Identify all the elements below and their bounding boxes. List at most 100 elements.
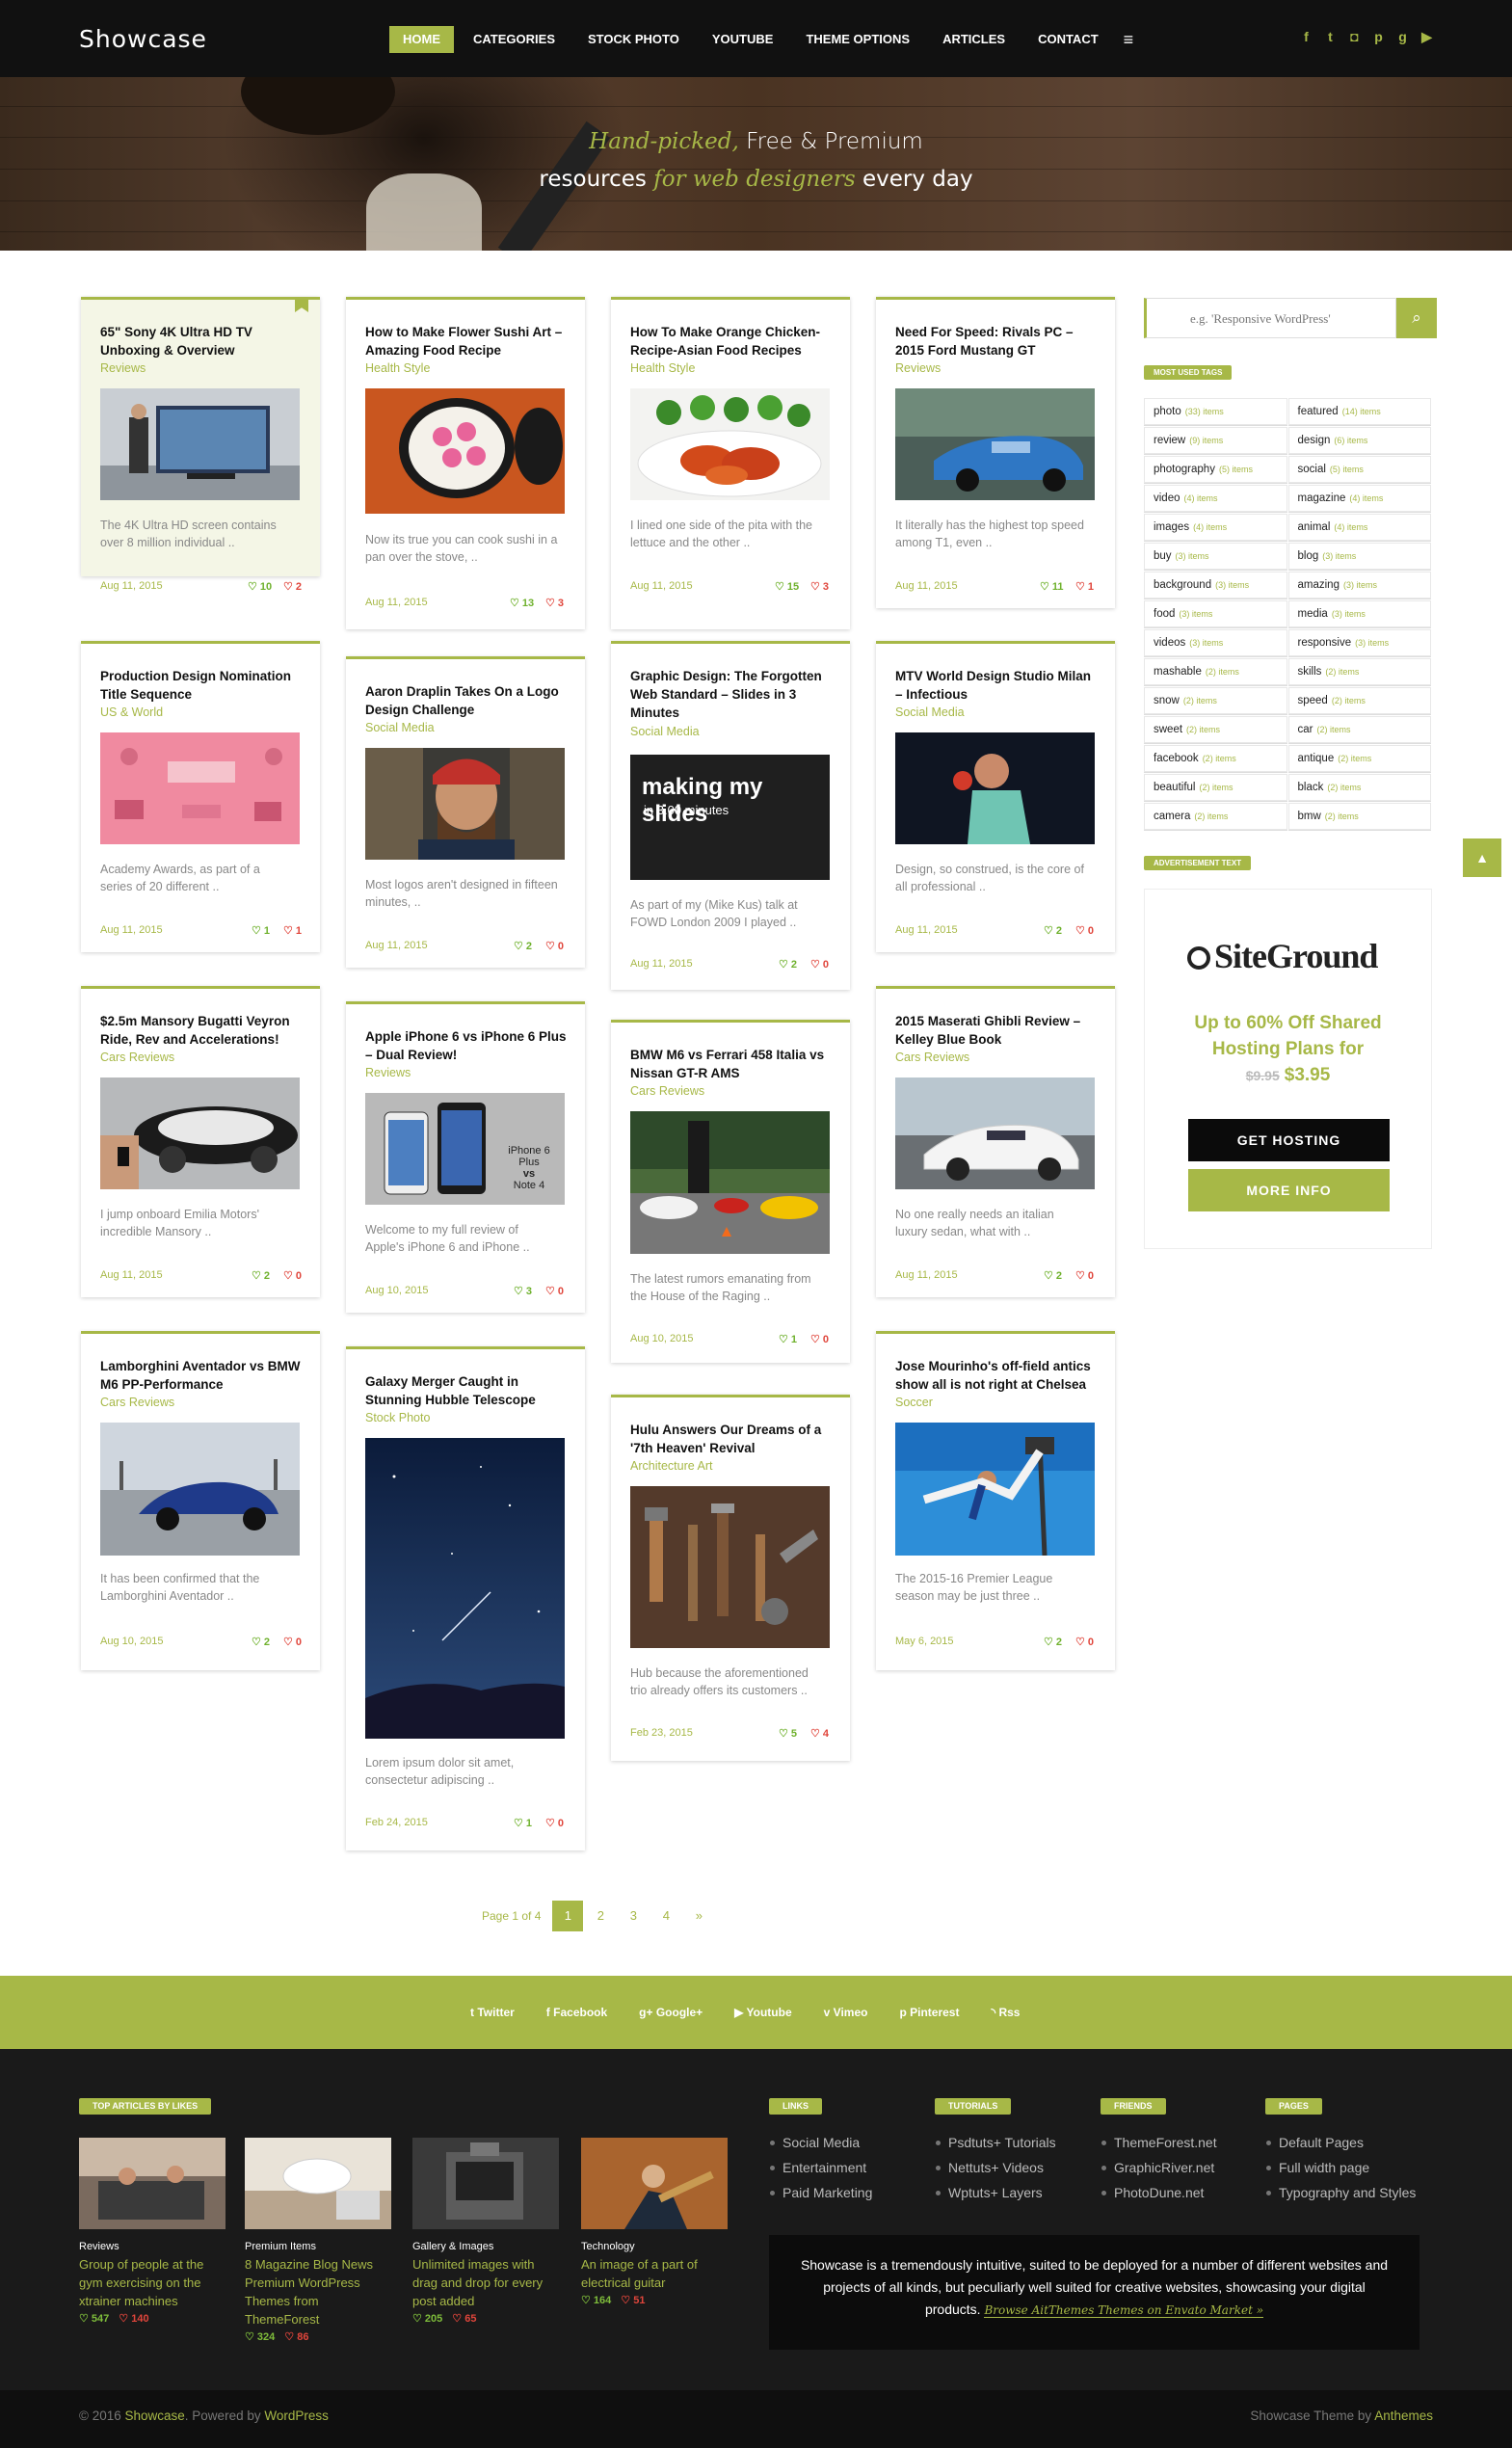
dislike-count[interactable]: ♡ 0 [545,1817,564,1829]
pinterest-link[interactable]: p Pinterest [899,2006,959,2019]
like-count[interactable]: ♡ 2 [1044,1636,1062,1648]
anthemes-link[interactable]: Anthemes [1374,2408,1433,2423]
post-category[interactable]: Cars Reviews [895,1051,969,1064]
tag-item[interactable]: sweet (2) items [1144,716,1287,743]
search-button[interactable]: ⌕ [1396,298,1437,338]
tag-item[interactable]: skills (2) items [1287,658,1431,685]
pinterest-icon[interactable]: p [1372,29,1385,45]
page-1-button[interactable]: 1 [552,1901,584,1931]
post-category[interactable]: Cars Reviews [630,1084,704,1098]
top-article-thumbnail[interactable] [412,2138,559,2229]
post-title[interactable]: Aaron Draplin Takes On a Logo Design Cha… [365,682,568,719]
bookmark-icon[interactable] [295,297,308,312]
youtube-link[interactable]: ▶ Youtube [734,2006,791,2019]
top-article-title[interactable]: An image of a part of electrical guitar [581,2255,728,2292]
post-thumbnail[interactable] [365,1438,565,1739]
post-category[interactable]: Social Media [365,721,435,734]
like-count[interactable]: ♡ 2 [514,940,532,952]
tag-item[interactable]: animal (4) items [1287,514,1431,541]
tag-item[interactable]: social (5) items [1287,456,1431,483]
top-article-title[interactable]: Group of people at the gym exercising on… [79,2255,225,2310]
post-title[interactable]: How To Make Orange Chicken-Recipe-Asian … [630,323,833,359]
post-title[interactable]: Need For Speed: Rivals PC – 2015 Ford Mu… [895,323,1098,359]
top-article[interactable]: Technology An image of a part of electri… [581,2138,728,2306]
post-category[interactable]: Health Style [365,361,430,375]
like-count[interactable]: ♡ 1 [514,1817,532,1829]
post-card[interactable]: 2015 Maserati Ghibli Review – Kelley Blu… [876,986,1115,1297]
page-3-button[interactable]: 3 [618,1901,649,1931]
like-count[interactable]: ♡ 10 [248,580,272,593]
tag-item[interactable]: featured (14) items [1287,398,1431,425]
nav-home[interactable]: HOME [389,26,454,53]
post-thumbnail[interactable] [895,732,1095,844]
tag-item[interactable]: magazine (4) items [1287,485,1431,512]
post-thumbnail[interactable] [895,1078,1095,1189]
dislike-count[interactable]: ♡ 1 [1075,580,1094,593]
post-thumbnail[interactable] [365,388,565,514]
post-category[interactable]: Reviews [895,361,941,375]
post-category[interactable]: Health Style [630,361,695,375]
tag-item[interactable]: antique (2) items [1287,745,1431,772]
hamburger-menu-icon[interactable]: ≡ [1118,26,1140,53]
nav-categories[interactable]: CATEGORIES [460,26,569,53]
post-title[interactable]: How to Make Flower Sushi Art – Amazing F… [365,323,568,359]
siteground-logo[interactable]: SiteGround [1187,936,1378,976]
footer-link[interactable]: Wptuts+ Layers [936,2180,1056,2205]
post-title[interactable]: Hulu Answers Our Dreams of a '7th Heaven… [630,1421,833,1457]
tag-item[interactable]: design (6) items [1287,427,1431,454]
post-card[interactable]: Apple iPhone 6 vs iPhone 6 Plus – Dual R… [346,1001,585,1313]
dislike-count[interactable]: ♡ 0 [283,1636,302,1648]
post-title[interactable]: Apple iPhone 6 vs iPhone 6 Plus – Dual R… [365,1027,568,1064]
post-card[interactable]: Production Design Nomination Title Seque… [81,641,320,952]
tag-item[interactable]: buy (3) items [1144,543,1287,570]
nav-articles[interactable]: ARTICLES [929,26,1019,53]
post-category[interactable]: Cars Reviews [100,1051,174,1064]
nav-theme-options[interactable]: THEME OPTIONS [792,26,923,53]
post-card[interactable]: Hulu Answers Our Dreams of a '7th Heaven… [611,1395,850,1761]
instagram-icon[interactable]: ◘ [1348,29,1361,45]
post-title[interactable]: 2015 Maserati Ghibli Review – Kelley Blu… [895,1012,1098,1049]
page-2-button[interactable]: 2 [585,1901,616,1931]
tag-item[interactable]: mashable (2) items [1144,658,1287,685]
dislike-count[interactable]: ♡ 0 [283,1269,302,1282]
vimeo-link[interactable]: v Vimeo [824,2006,868,2019]
facebook-icon[interactable]: f [1300,29,1313,45]
footer-link[interactable]: Default Pages [1266,2130,1416,2155]
tag-item[interactable]: camera (2) items [1144,803,1287,830]
tag-item[interactable]: background (3) items [1144,572,1287,599]
tag-item[interactable]: facebook (2) items [1144,745,1287,772]
get-hosting-button[interactable]: GET HOSTING [1188,1119,1390,1161]
post-card[interactable]: How To Make Orange Chicken-Recipe-Asian … [611,297,850,629]
copyright-site-link[interactable]: Showcase [125,2408,185,2423]
post-card[interactable]: Aaron Draplin Takes On a Logo Design Cha… [346,656,585,968]
page-4-button[interactable]: 4 [650,1901,681,1931]
tag-item[interactable]: videos (3) items [1144,629,1287,656]
like-count[interactable]: ♡ 11 [1040,580,1064,593]
post-thumbnail[interactable] [100,732,300,844]
twitter-link[interactable]: t Twitter [470,2006,515,2019]
post-thumbnail[interactable] [630,388,830,500]
post-title[interactable]: Production Design Nomination Title Seque… [100,667,303,704]
like-count[interactable]: ♡ 5 [779,1727,797,1740]
post-thumbnail[interactable] [100,388,300,500]
post-card[interactable]: BMW M6 vs Ferrari 458 Italia vs Nissan G… [611,1020,850,1363]
post-thumbnail[interactable] [100,1078,300,1189]
footer-link[interactable]: Typography and Styles [1266,2180,1416,2205]
post-thumbnail[interactable] [630,1486,830,1648]
dislike-count[interactable]: ♡ 0 [545,940,564,952]
post-thumbnail[interactable] [630,1111,830,1254]
post-card[interactable]: Galaxy Merger Caught in Stunning Hubble … [346,1346,585,1850]
site-logo[interactable]: Showcase [79,25,207,53]
like-count[interactable]: ♡ 13 [510,597,534,609]
like-count[interactable]: ♡ 3 [514,1285,532,1297]
google-plus-link[interactable]: g+ Google+ [639,2006,703,2019]
post-card[interactable]: 65" Sony 4K Ultra HD TV Unboxing & Overv… [81,297,320,593]
top-article[interactable]: Premium Items 8 Magazine Blog News Premi… [245,2138,391,2343]
top-article-thumbnail[interactable] [79,2138,225,2229]
post-category[interactable]: Social Media [895,705,965,719]
post-card[interactable]: MTV World Design Studio Milan – Infectio… [876,641,1115,952]
dislike-count[interactable]: ♡ 0 [1075,1636,1094,1648]
post-title[interactable]: Lamborghini Aventador vs BMW M6 PP-Perfo… [100,1357,303,1394]
post-title[interactable]: Graphic Design: The Forgotten Web Standa… [630,667,833,722]
next-page-button[interactable]: » [683,1901,714,1931]
